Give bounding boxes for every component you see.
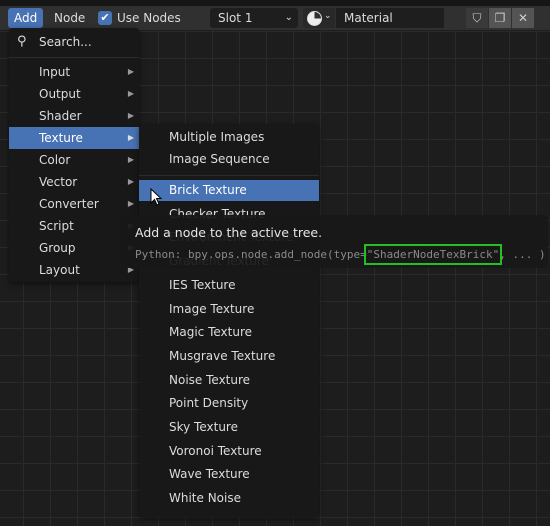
submenu-item[interactable]: Multiple Images xyxy=(139,126,319,148)
menu-item-label: Texture xyxy=(39,131,83,145)
menu-item-label: Shader xyxy=(39,109,82,123)
submenu-item[interactable]: White Noise xyxy=(139,488,319,509)
submenu-item[interactable]: Wave Texture xyxy=(139,464,319,485)
menu-item-label: Output xyxy=(39,87,81,101)
node-menu-button[interactable]: Node xyxy=(48,8,91,28)
submenu-item[interactable]: Voronoi Texture xyxy=(139,441,319,462)
submenu-item[interactable]: Brick Texture xyxy=(139,180,319,201)
submenu-arrow-icon: ▶ xyxy=(127,177,134,186)
menu-item-label: White Noise xyxy=(169,491,241,506)
menu-item-group[interactable]: Group▶ xyxy=(9,237,139,259)
slot-value: Slot 1 xyxy=(218,11,253,25)
submenu-item[interactable]: Musgrave Texture xyxy=(139,346,319,367)
menu-item-label: Musgrave Texture xyxy=(169,348,276,363)
close-icon[interactable]: ✕ xyxy=(512,8,534,28)
menu-item-label: Sky Texture xyxy=(169,420,238,434)
submenu-item[interactable]: Sky Texture xyxy=(139,417,319,438)
submenu-arrow-icon: ▶ xyxy=(127,89,134,98)
menu-item-label: Magic Texture xyxy=(169,325,252,340)
submenu-item[interactable]: Image Texture xyxy=(139,299,319,320)
chevron-down-icon: ⌄ xyxy=(284,12,293,23)
submenu-item[interactable]: Image Sequence xyxy=(139,148,319,170)
menu-item-texture[interactable]: Texture ▶ xyxy=(9,127,139,149)
tooltip-description: Add a node to the active tree. xyxy=(135,225,323,240)
material-sphere-icon xyxy=(307,11,322,26)
menu-item-label: Vector xyxy=(39,175,78,189)
menu-item-label: Layout xyxy=(39,263,80,277)
submenu-arrow-icon: ▶ xyxy=(127,133,134,142)
chevron-down-icon: ⌄ xyxy=(324,11,332,21)
menu-item-label: Brick Texture xyxy=(169,183,247,197)
menu-item-label: Script xyxy=(39,219,74,233)
texture-submenu: Multiple Images Image Sequence Brick Textu… xyxy=(139,124,319,517)
submenu-arrow-icon: ▶ xyxy=(127,111,134,120)
browse-material-button[interactable]: ⌄ xyxy=(303,8,335,28)
menu-item-label: Wave Texture xyxy=(169,467,250,482)
menu-item-script[interactable]: Script▶ xyxy=(9,215,139,237)
mouse-cursor-icon xyxy=(150,188,163,206)
submenu-arrow-icon: ▶ xyxy=(127,199,134,208)
menu-item-label: Point Density xyxy=(169,396,249,411)
submenu-item[interactable]: Noise Texture xyxy=(139,370,319,391)
menu-item-converter[interactable]: Converter ▶ xyxy=(9,193,139,215)
menu-item-layout[interactable]: Layout ▶ xyxy=(9,259,139,281)
menu-item-color[interactable]: Color ▶ xyxy=(9,149,139,171)
tooltip: Add a node to the active tree. Python: b… xyxy=(121,215,548,268)
tooltip-python: Python: bpy.ops.node.add_node(type="Shad… xyxy=(135,244,546,265)
python-prefix: Python: bpy.ops.node.add_node(type= xyxy=(135,248,367,261)
add-menu-button[interactable]: Add xyxy=(8,8,44,28)
use-nodes-label[interactable]: Use Nodes xyxy=(111,8,187,28)
submenu-arrow-icon: ▶ xyxy=(127,155,134,164)
submenu-arrow-icon: ▶ xyxy=(127,67,134,76)
separator xyxy=(9,57,139,58)
slot-dropdown[interactable]: Slot 1 ⌄ xyxy=(210,8,298,28)
menu-item-label: Image Texture xyxy=(169,301,255,316)
menu-item-label: Voronoi Texture xyxy=(169,443,262,458)
menu-item-vector[interactable]: Vector ▶ xyxy=(9,171,139,193)
submenu-item[interactable]: IES Texture xyxy=(139,275,319,296)
menu-item-label: IES Texture xyxy=(169,277,236,292)
menu-item-label: Converter xyxy=(39,197,99,211)
search-item[interactable]: ⚲ Search... xyxy=(9,31,139,53)
submenu-item[interactable]: Magic Texture xyxy=(139,322,319,343)
menu-item-input[interactable]: Input ▶ xyxy=(9,61,139,83)
header-bar: Add Node ✔ Use Nodes Slot 1 ⌄ ⌄ Material … xyxy=(0,6,550,30)
duplicate-icon[interactable]: ❐ xyxy=(489,8,511,28)
menu-item-shader[interactable]: Shader ▶ xyxy=(9,105,139,127)
use-nodes-checkbox[interactable]: ✔ xyxy=(98,11,112,25)
menu-item-label: Noise Texture xyxy=(169,372,251,387)
python-type-highlight: "ShaderNodeTexBrick" xyxy=(363,244,503,265)
menu-item-output[interactable]: Output ▶ xyxy=(9,83,139,105)
menu-item-label: Image Sequence xyxy=(169,152,270,166)
material-name-field[interactable]: Material xyxy=(336,8,444,28)
menu-item-label: Multiple Images xyxy=(169,130,265,144)
submenu-item[interactable]: Point Density xyxy=(139,393,319,414)
search-icon: ⚲ xyxy=(17,34,27,49)
add-menu: ⚲ Search... Input ▶ Output ▶ Shader ▶ Texture ▶ C… xyxy=(9,28,139,282)
separator xyxy=(139,175,319,176)
menu-item-label: Color xyxy=(39,153,71,167)
shield-icon[interactable]: ⛉ xyxy=(466,8,488,28)
python-suffix: , ... ) xyxy=(499,248,546,261)
menu-item-label: Input xyxy=(39,65,71,79)
menu-item-label: Group xyxy=(39,241,76,255)
search-label: Search... xyxy=(39,35,92,49)
